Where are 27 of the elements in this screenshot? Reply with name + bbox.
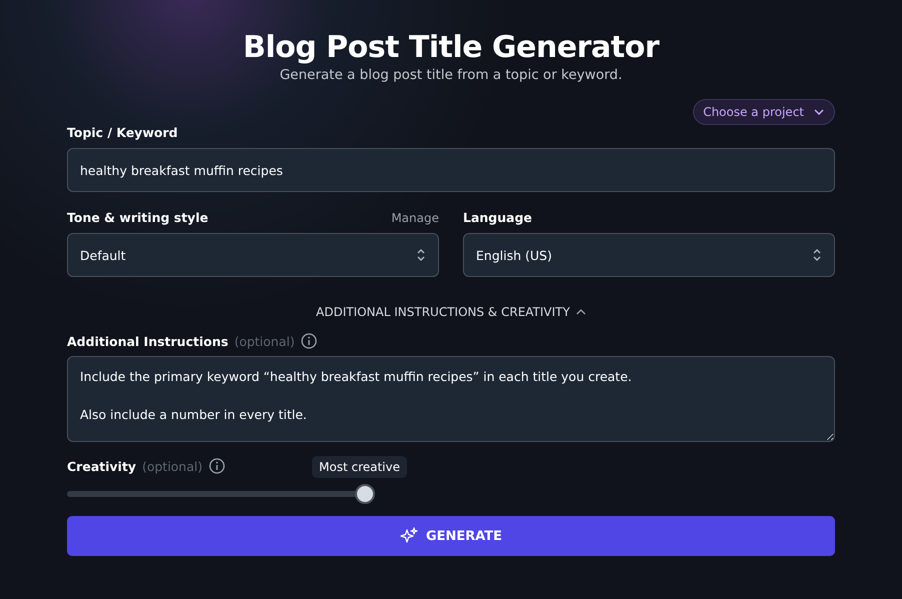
advanced-toggle[interactable]: ADDITIONAL INSTRUCTIONS & CREATIVITY (316, 305, 586, 319)
tone-select[interactable]: Default (67, 233, 439, 277)
tone-label: Tone & writing style (67, 210, 208, 225)
language-select[interactable]: English (US) (463, 233, 835, 277)
slider-thumb[interactable] (355, 484, 375, 504)
page-subtitle: Generate a blog post title from a topic or keyword. (280, 67, 622, 83)
optional-hint: (optional) (142, 458, 202, 474)
creativity-label: Creativity (67, 458, 136, 474)
language-label: Language (463, 210, 532, 225)
up-down-chevron-icon (416, 248, 426, 262)
creativity-slider[interactable] (67, 484, 375, 504)
topic-input[interactable]: healthy breakfast muffin recipes (67, 148, 835, 192)
manage-link[interactable]: Manage (391, 210, 439, 224)
instructions-label: Additional Instructions (67, 334, 228, 348)
optional-hint: (optional) (234, 334, 295, 348)
chevron-icon (576, 309, 586, 315)
instructions-textarea[interactable]: Include the primary keyword “healthy breakfast muffin recipes” in each title you create. Also include a number in every title. (67, 356, 835, 442)
up-down-chevron-icon (812, 248, 822, 262)
info-icon[interactable] (208, 458, 224, 474)
sparkles-icon (400, 527, 418, 545)
project-dropdown[interactable]: Choose a project (693, 99, 835, 125)
info-icon[interactable] (300, 333, 317, 349)
slider-tooltip: Most creative (312, 456, 407, 478)
chevron-down-icon (814, 109, 824, 115)
topic-label: Topic / Keyword (67, 125, 179, 140)
generate-button[interactable]: GENERATE (67, 516, 835, 556)
page-title: Blog Post Title Generator (242, 30, 660, 65)
